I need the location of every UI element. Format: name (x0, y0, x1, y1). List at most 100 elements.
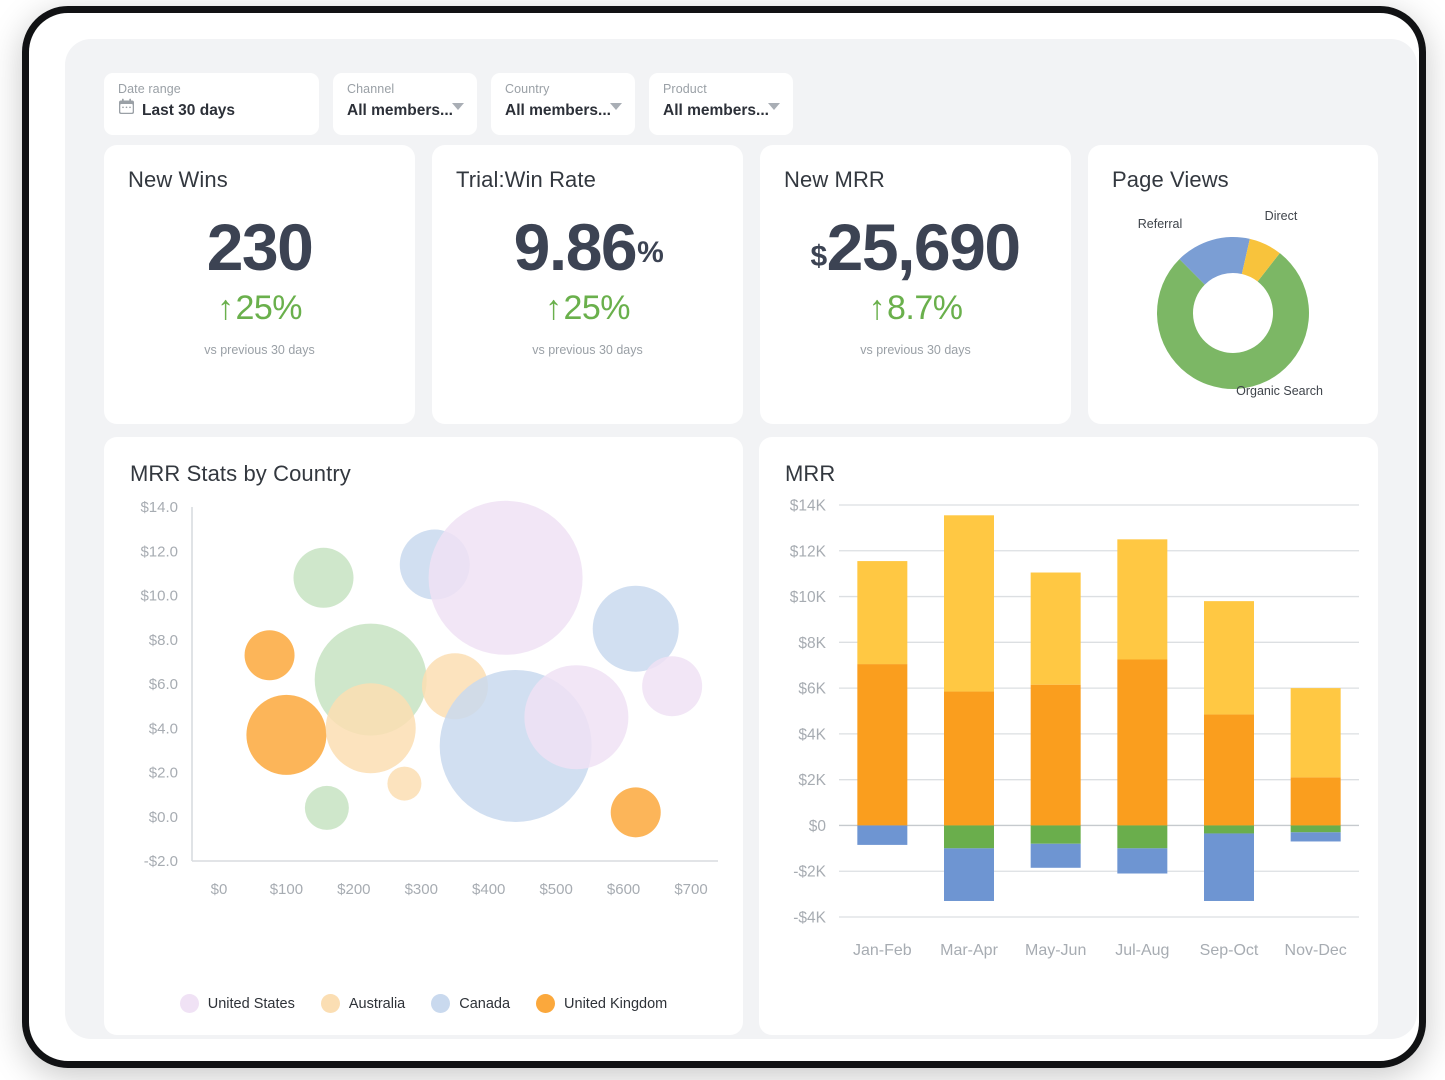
y-tick-label: $14.0 (140, 499, 178, 516)
bar-segment-green[interactable] (1291, 825, 1341, 832)
bubble-point[interactable] (326, 683, 416, 773)
bar-segment-blue[interactable] (944, 848, 994, 901)
bubble-point[interactable] (246, 695, 326, 775)
kpi-delta: ↑25% (104, 287, 415, 329)
bar-segment-orange[interactable] (944, 692, 994, 826)
bar-segment-blue[interactable] (1031, 844, 1081, 868)
chevron-down-icon[interactable] (610, 103, 622, 110)
bar-segment-light-yellow[interactable] (1031, 573, 1081, 685)
filter-product-label: Product (663, 82, 779, 96)
filter-date-range-value: Last 30 days (142, 98, 235, 124)
y-tick-label: -$2K (793, 864, 826, 881)
kpi-delta-value: 25% (235, 289, 302, 327)
kpi-value: 9.86% (432, 207, 743, 287)
bar-segment-green[interactable] (944, 825, 994, 848)
filter-date-range-value-row: Last 30 days (118, 98, 305, 124)
bubble-point[interactable] (294, 548, 354, 608)
x-tick-label: $600 (607, 881, 640, 898)
bubble-chart: -$2.0$0.0$2.0$4.0$6.0$8.0$10.0$12.0$14.0… (104, 489, 743, 939)
bar-segment-light-yellow[interactable] (1291, 688, 1341, 777)
y-tick-label: $0 (809, 818, 827, 835)
filter-channel-label: Channel (347, 82, 463, 96)
card-mrr: MRR -$4K-$2K$0$2K$4K$6K$8K$10K$12K$14KJa… (759, 437, 1378, 1035)
x-tick-label: Nov-Dec (1285, 942, 1347, 959)
y-tick-label: $12K (790, 543, 827, 560)
donut-label-referral: Referral (1138, 217, 1182, 231)
x-tick-label: May-Jun (1025, 942, 1086, 959)
bubble-point[interactable] (429, 501, 583, 655)
bar-chart: -$4K-$2K$0$2K$4K$6K$8K$10K$12K$14KJan-Fe… (759, 489, 1378, 999)
kpi-card-trial-win-rate: Trial:Win Rate 9.86% ↑25% vs previous 30… (432, 145, 743, 424)
kpi-card-new-mrr: New MRR $25,690 ↑8.7% vs previous 30 day… (760, 145, 1071, 424)
kpi-subtext: vs previous 30 days (432, 343, 743, 357)
bar-segment-light-yellow[interactable] (1117, 539, 1167, 659)
donut-chart-wrap: Organic SearchDirectReferral (1088, 195, 1378, 420)
bar-segment-blue[interactable] (1291, 832, 1341, 841)
y-tick-label: $6.0 (149, 676, 178, 693)
x-tick-label: $200 (337, 881, 370, 898)
filter-product[interactable]: Product All members... (649, 73, 793, 135)
bubble-point[interactable] (524, 665, 628, 769)
kpi-title: New MRR (784, 167, 885, 193)
y-tick-label: $8.0 (149, 632, 178, 649)
bar-segment-green[interactable] (1031, 825, 1081, 843)
legend-label: Canada (459, 996, 510, 1012)
bar-segment-blue[interactable] (857, 825, 907, 844)
filter-date-range[interactable]: Date range Last 30 days (104, 73, 319, 135)
y-tick-label: $0.0 (149, 809, 178, 826)
bar-segment-light-yellow[interactable] (857, 561, 907, 664)
kpi-subtext: vs previous 30 days (104, 343, 415, 357)
chevron-down-icon[interactable] (768, 103, 780, 110)
bar-segment-light-yellow[interactable] (1204, 601, 1254, 714)
bar-segment-orange[interactable] (1291, 777, 1341, 825)
bar-segment-light-yellow[interactable] (944, 515, 994, 691)
bubble-point[interactable] (305, 786, 349, 830)
legend-item-canada[interactable]: Canada (431, 994, 510, 1013)
y-tick-label: $2K (798, 772, 826, 789)
calendar-icon (118, 98, 135, 124)
chevron-down-icon[interactable] (452, 103, 464, 110)
bar-segment-orange[interactable] (857, 664, 907, 825)
arrow-up-icon: ↑ (217, 289, 234, 327)
y-tick-label: $8K (798, 635, 826, 652)
filter-date-range-label: Date range (118, 82, 305, 96)
bubble-point[interactable] (642, 656, 702, 716)
kpi-body: 9.86% ↑25% vs previous 30 days (432, 207, 743, 357)
filter-bar: Date range Last 30 days (104, 73, 793, 135)
kpi-number: 9.86 (514, 210, 636, 284)
bar-segment-orange[interactable] (1117, 660, 1167, 826)
filter-channel[interactable]: Channel All members... (333, 73, 477, 135)
legend-item-united-states[interactable]: United States (180, 994, 295, 1013)
x-tick-label: Sep-Oct (1200, 942, 1259, 959)
filter-channel-value: All members... (347, 98, 463, 124)
kpi-delta: ↑8.7% (760, 287, 1071, 329)
kpi-body: $25,690 ↑8.7% vs previous 30 days (760, 207, 1071, 357)
donut-label-direct: Direct (1265, 209, 1298, 223)
y-tick-label: $10K (790, 589, 827, 606)
filter-country[interactable]: Country All members... (491, 73, 635, 135)
bar-segment-green[interactable] (1117, 825, 1167, 848)
kpi-delta-value: 25% (563, 289, 630, 327)
bar-segment-blue[interactable] (1204, 833, 1254, 901)
bar-segment-orange[interactable] (1204, 714, 1254, 825)
legend-item-australia[interactable]: Australia (321, 994, 405, 1013)
bar-segment-green[interactable] (1204, 825, 1254, 833)
legend-item-united-kingdom[interactable]: United Kingdom (536, 994, 667, 1013)
bubble-point[interactable] (245, 630, 295, 680)
donut-slice-organic-search[interactable] (1157, 253, 1309, 389)
x-tick-label: $0 (211, 881, 228, 898)
legend-label: United States (208, 996, 295, 1012)
kpi-delta: ↑25% (432, 287, 743, 329)
bar-segment-orange[interactable] (1031, 685, 1081, 826)
chart-title-mrr-country: MRR Stats by Country (130, 461, 351, 487)
y-tick-label: $10.0 (140, 588, 178, 605)
x-tick-label: $700 (674, 881, 707, 898)
x-tick-label: $500 (539, 881, 572, 898)
chart-title-mrr: MRR (785, 461, 835, 487)
bubble-point[interactable] (611, 787, 661, 837)
x-tick-label: $300 (405, 881, 438, 898)
bubble-point[interactable] (387, 767, 421, 801)
dashboard-page: Date range Last 30 days (65, 39, 1417, 1039)
bar-segment-blue[interactable] (1117, 848, 1167, 873)
y-tick-label: $4.0 (149, 720, 178, 737)
